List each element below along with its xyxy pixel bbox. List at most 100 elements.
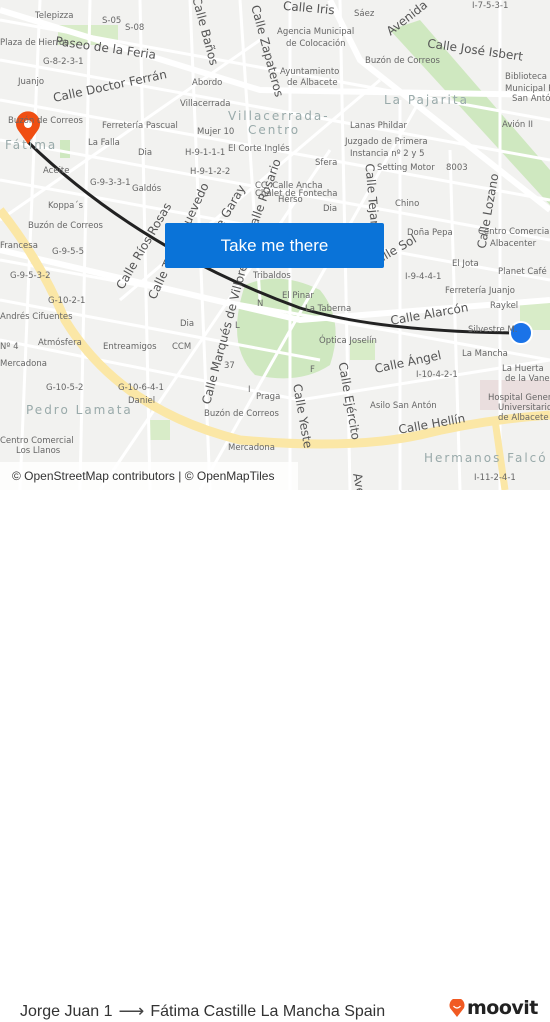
poi-label: La Taberna	[305, 304, 352, 314]
poi-label: Óptica Joselín	[319, 336, 377, 346]
poi-label: La Mancha	[462, 349, 508, 359]
poi-label: I-7-5-3-1	[472, 1, 509, 11]
poi-label: Aceite	[43, 166, 70, 176]
poi-label: CCM	[172, 342, 192, 352]
poi-label: Chalet de Fontecha	[255, 189, 338, 199]
poi-label: Chino	[395, 199, 420, 209]
poi-label: El Pinar	[282, 291, 314, 301]
poi-label: Planet Café	[498, 267, 547, 277]
poi-label: Villacerrada	[180, 99, 231, 109]
take-me-there-button[interactable]: Take me there	[165, 223, 384, 268]
poi-label: Sáez	[354, 9, 375, 19]
poi-label: G-8-2-3-1	[43, 57, 84, 67]
poi-label: Centro Comercial	[478, 227, 550, 237]
poi-label: Setting Motor	[377, 163, 435, 173]
poi-label: 37	[224, 361, 235, 371]
destination-name: Fátima Castille La Mancha Spain	[150, 1002, 386, 1020]
poi-label: Entreamigos	[103, 342, 157, 352]
poi-label: N	[257, 299, 264, 309]
poi-label: I-9-4-4-1	[405, 272, 442, 282]
street-label: Ave	[350, 471, 368, 490]
poi-label: Atmósfera	[38, 338, 82, 348]
poi-label: Ferretería Pascual	[102, 121, 178, 131]
poi-label: L	[235, 321, 240, 331]
poi-label: Galdós	[132, 184, 162, 194]
poi-label: F	[310, 365, 315, 375]
poi-label: de la Vane	[505, 374, 550, 384]
poi-label: Buzón de Correos	[204, 409, 279, 419]
route-summary: Jorge Juan 1 ⟶ Fátima Castille La Mancha…	[20, 1001, 385, 1022]
poi-label: Avión II	[502, 120, 534, 130]
poi-label: Dia	[323, 204, 338, 214]
poi-label: La Falla	[88, 138, 120, 148]
poi-label: Juanjo	[18, 77, 45, 87]
district-label: Pedro Lamata	[26, 403, 133, 417]
poi-label: H-9-1-1-1	[185, 148, 226, 158]
poi-label: Mujer 10	[197, 127, 235, 137]
poi-label: San Antón	[512, 94, 550, 104]
poi-label: G-10-6-4-1	[118, 383, 164, 393]
arrow-right-icon: ⟶	[118, 1001, 145, 1021]
poi-label: Lanas Phildar	[350, 121, 408, 131]
poi-label: G-9-5-3-2	[10, 271, 51, 281]
poi-label: de Albacete	[287, 78, 338, 88]
poi-label: Centro Comercial	[0, 436, 74, 446]
poi-label: S-08	[125, 23, 145, 33]
poi-label: G-9-3-3-1	[90, 178, 131, 188]
poi-label: I-11-2-4-1	[474, 473, 516, 483]
poi-label: Instancia nº 2 y 5	[350, 149, 425, 159]
poi-label: Silvestre M.	[468, 325, 518, 335]
poi-label: de Albacete	[498, 413, 549, 423]
poi-label: Tribaldos	[253, 271, 291, 281]
poi-label: G-10-5-2	[46, 383, 84, 393]
poi-label: Albacenter	[490, 239, 537, 249]
moovit-logo[interactable]: moovit	[449, 997, 538, 1019]
poi-label: Mercadona	[0, 359, 47, 369]
district-label: Centro	[248, 123, 301, 137]
poi-label: de Colocación	[286, 39, 346, 49]
poi-label: Los Llanos	[16, 446, 61, 456]
district-label: La Pajarita	[384, 93, 469, 107]
footer: Jorge Juan 1 ⟶ Fátima Castille La Mancha…	[0, 490, 550, 1021]
poi-label: 8003	[446, 163, 468, 173]
moovit-pin-icon	[449, 999, 465, 1017]
poi-label: G-9-5-5	[52, 247, 85, 257]
poi-label: Buzón de Correos	[28, 221, 103, 231]
poi-label: Ferretería Juanjo	[445, 286, 515, 296]
poi-label: Abordo	[192, 78, 223, 88]
poi-label: I-10-4-2-1	[416, 370, 458, 380]
poi-label: Telepizza	[35, 11, 74, 21]
poi-label: Municipal Polígono	[505, 84, 550, 94]
map-attribution[interactable]: © OpenStreetMap contributors | © OpenMap…	[0, 462, 298, 490]
poi-label: S-05	[102, 16, 122, 26]
poi-label: G-10-2-1	[48, 296, 86, 306]
poi-label: Raykel	[490, 301, 519, 311]
poi-label: Sfera	[315, 158, 338, 168]
poi-label: Buzón de Correos	[365, 56, 440, 66]
poi-label: Buzón de Correos	[8, 116, 83, 126]
district-label: Fátima	[5, 138, 58, 152]
poi-label: Doña Pepa	[407, 228, 453, 238]
district-label: Villacerrada-	[228, 109, 330, 123]
poi-label: Andrés Cifuentes	[0, 312, 73, 322]
poi-label: Francesa	[0, 241, 38, 251]
poi-label: Dia	[138, 148, 153, 158]
poi-label: Hospital General	[488, 393, 550, 403]
poi-label: I	[248, 385, 251, 395]
district-label: Hermanos Falcó	[424, 451, 548, 465]
poi-label: Asilo San Antón	[370, 401, 437, 411]
poi-label: Plaza de Hierros	[0, 38, 69, 48]
moovit-wordmark: moovit	[467, 997, 538, 1019]
poi-label: Mercadona	[228, 443, 275, 453]
poi-label: Juzgado de Primera	[345, 137, 428, 147]
poi-label: Agencia Municipal	[277, 27, 355, 37]
poi-label: Dia	[180, 319, 195, 329]
poi-label: El Jota	[452, 259, 479, 269]
poi-label: El Corte Inglés	[228, 144, 290, 154]
poi-label: H-9-1-2-2	[190, 167, 231, 177]
origin-name: Jorge Juan 1	[20, 1002, 113, 1020]
poi-label: La Huerta	[502, 364, 544, 374]
poi-label: Daniel	[128, 396, 156, 406]
map[interactable]: Calle Iris Avenida Calle José Isbert Pas…	[0, 0, 550, 490]
poi-label: Praga	[256, 392, 281, 402]
